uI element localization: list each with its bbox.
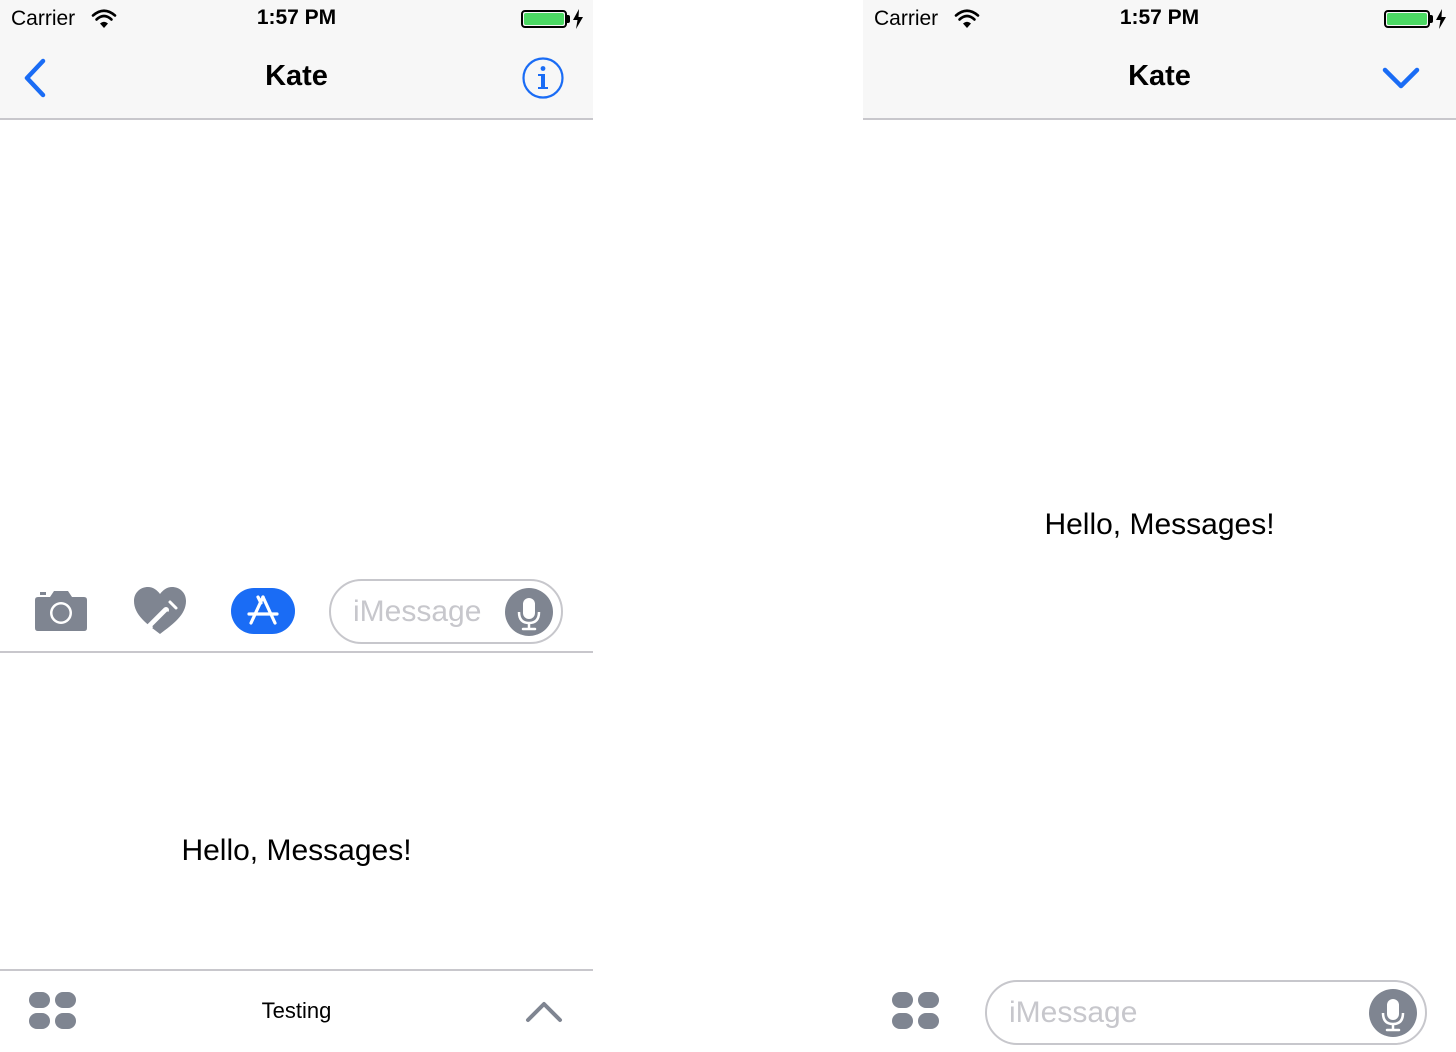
microphone-button[interactable] — [1369, 989, 1417, 1037]
navigation-header: Carrier 1:57 PM Kate — [863, 0, 1456, 120]
compact-messages-screen: Carrier 1:57 PM Kate iMessage Hello, Mes… — [0, 0, 593, 1052]
extension-message: Hello, Messages! — [181, 834, 412, 867]
microphone-button[interactable] — [505, 588, 553, 636]
app-store-icon — [231, 588, 295, 634]
camera-icon — [35, 591, 87, 631]
charging-bolt-icon — [573, 9, 583, 29]
app-drawer-button[interactable] — [891, 991, 941, 1031]
status-time: 1:57 PM — [1119, 6, 1200, 29]
collapse-button[interactable] — [1381, 64, 1421, 92]
info-icon — [522, 57, 564, 99]
message-text-field[interactable] — [1009, 982, 1316, 1043]
info-button[interactable] — [521, 56, 565, 100]
extension-app-name: Testing — [261, 998, 332, 1023]
battery-icon — [521, 10, 567, 28]
app-drawer-icon — [892, 992, 939, 1029]
microphone-icon — [517, 598, 541, 631]
navigation-header: Carrier 1:57 PM Kate — [0, 0, 593, 120]
imessage-input[interactable] — [329, 579, 563, 644]
extension-message: Hello, Messages! — [1044, 508, 1275, 541]
microphone-icon — [1381, 999, 1405, 1032]
toolbar-separator — [0, 651, 593, 653]
expanded-messages-screen: Carrier 1:57 PM Kate Hello, Messages! — [863, 0, 1456, 1052]
status-bar: Carrier 1:57 PM — [863, 0, 1456, 40]
chevron-up-icon — [526, 1002, 562, 1022]
contact-name-title: Kate — [265, 60, 328, 92]
camera-button[interactable] — [34, 588, 88, 632]
app-store-button[interactable] — [231, 588, 295, 634]
battery-tip — [1430, 15, 1433, 23]
message-text-field[interactable] — [353, 581, 514, 642]
drawer-separator — [0, 969, 593, 971]
contact-name-title: Kate — [1128, 60, 1191, 92]
status-time: 1:57 PM — [256, 6, 337, 29]
status-bar: Carrier 1:57 PM — [0, 0, 593, 40]
digital-touch-button[interactable] — [132, 586, 188, 636]
battery-tip — [567, 15, 570, 23]
digital-touch-heart-icon — [134, 587, 186, 634]
expand-button[interactable] — [524, 999, 564, 1025]
charging-bolt-icon — [1436, 9, 1446, 29]
battery-icon — [1384, 10, 1430, 28]
imessage-input[interactable] — [985, 980, 1427, 1045]
chevron-down-icon — [1382, 67, 1420, 89]
